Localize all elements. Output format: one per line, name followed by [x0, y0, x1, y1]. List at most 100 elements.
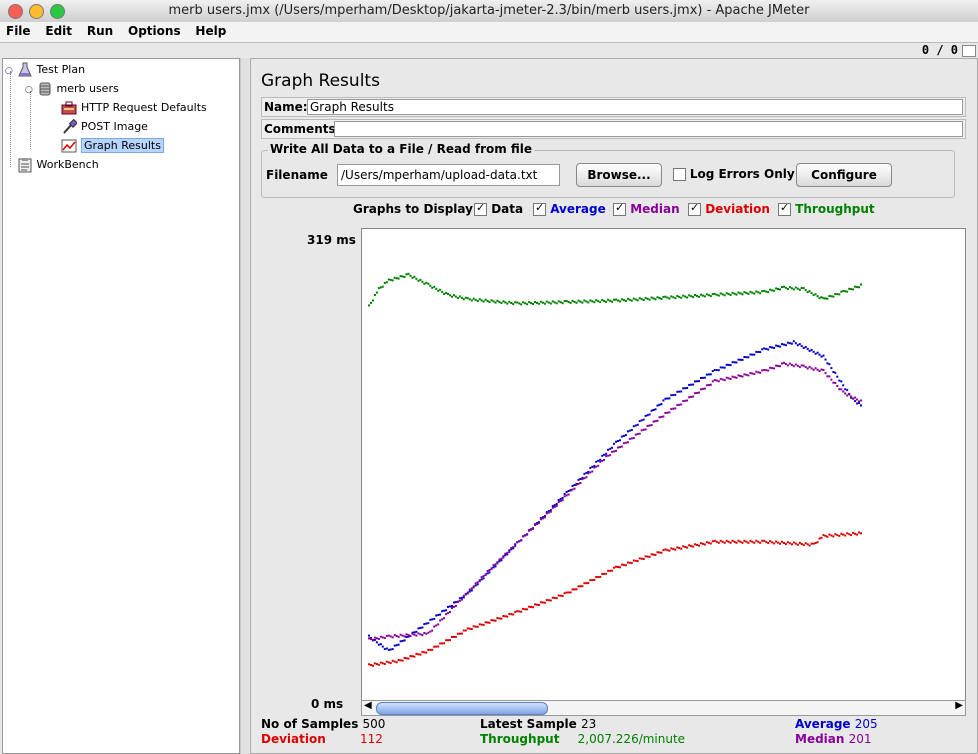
- series-point-average: [824, 358, 827, 361]
- series-point-average: [854, 400, 857, 403]
- series-point-median: [826, 375, 829, 378]
- browse-button[interactable]: Browse...: [576, 163, 662, 187]
- toggle-deviation[interactable]: Deviation: [688, 201, 770, 216]
- scrollbar-thumb[interactable]: [376, 702, 548, 715]
- series-point-throughput: [784, 286, 787, 289]
- series-point-deviation: [858, 531, 860, 534]
- graph-results-panel: Graph Results Name: Graph Results Commen…: [250, 58, 978, 754]
- series-point-throughput: [838, 293, 841, 296]
- tree-item-http-defaults[interactable]: HTTP Request Defaults: [61, 99, 207, 117]
- series-point-average: [800, 345, 803, 348]
- series-point-average: [375, 641, 378, 644]
- toggle-average[interactable]: Average: [533, 201, 606, 216]
- tree-item-test-plan[interactable]: ○ Test Plan: [5, 61, 85, 79]
- series-point-average: [844, 388, 847, 391]
- series-point-average: [810, 348, 813, 351]
- menu-options[interactable]: Options: [122, 22, 186, 38]
- series-point-throughput: [775, 287, 778, 290]
- average-checkbox[interactable]: [533, 201, 546, 216]
- series-point-median: [856, 398, 859, 401]
- tree-expand-icon[interactable]: ○: [25, 81, 33, 99]
- series-point-deviation: [456, 632, 459, 635]
- menu-file[interactable]: File: [0, 22, 36, 38]
- series-point-median: [786, 364, 789, 367]
- configure-button[interactable]: Configure: [796, 163, 892, 187]
- graph-horizontal-scrollbar[interactable]: ◀ ▶: [361, 700, 966, 716]
- log-errors-checkbox[interactable]: [673, 168, 686, 181]
- pane-splitter[interactable]: [240, 58, 249, 754]
- series-point-median: [820, 368, 823, 371]
- series-point-average: [735, 361, 738, 364]
- series-point-throughput: [658, 297, 661, 300]
- series-point-deviation: [547, 599, 550, 602]
- tree-item-thread-group[interactable]: ○ merb users: [25, 80, 119, 98]
- series-point-median: [838, 388, 841, 391]
- scroll-right-icon[interactable]: ▶: [955, 700, 963, 711]
- name-field[interactable]: Graph Results: [307, 99, 963, 115]
- tree-item-workbench[interactable]: WorkBench: [5, 156, 99, 174]
- series-point-average: [796, 344, 799, 347]
- series-point-average: [755, 350, 758, 353]
- series-point-throughput: [399, 275, 402, 278]
- series-point-median: [617, 446, 619, 449]
- tree-item-post-image[interactable]: POST Image: [61, 118, 148, 136]
- median-checkbox[interactable]: [613, 201, 626, 216]
- series-point-throughput: [368, 304, 370, 307]
- series-point-average: [759, 351, 762, 354]
- data-checkbox[interactable]: [474, 201, 487, 216]
- series-point-median: [510, 547, 513, 549]
- series-point-median: [777, 364, 779, 367]
- filename-label: Filename: [266, 168, 328, 182]
- series-point-deviation: [451, 636, 453, 638]
- comments-field[interactable]: [334, 121, 963, 137]
- series-point-average: [743, 356, 746, 358]
- menu-edit[interactable]: Edit: [39, 22, 77, 38]
- series-point-median: [680, 403, 683, 406]
- series-point-throughput: [437, 289, 440, 292]
- deviation-checkbox[interactable]: [688, 201, 701, 216]
- series-point-throughput: [773, 289, 776, 292]
- series-point-deviation: [626, 561, 629, 564]
- series-point-median: [502, 556, 505, 559]
- tree-label: HTTP Request Defaults: [81, 101, 207, 114]
- series-point-deviation: [375, 663, 378, 666]
- series-point-deviation: [850, 534, 853, 537]
- throughput-checkbox[interactable]: [778, 201, 791, 216]
- toggle-data[interactable]: Data: [474, 201, 523, 216]
- spool-icon: [37, 81, 53, 97]
- series-point-deviation: [470, 628, 473, 630]
- series-point-throughput: [615, 298, 617, 301]
- series-point-average: [393, 644, 396, 647]
- series-point-average: [705, 373, 708, 376]
- series-point-throughput: [842, 290, 845, 292]
- series-point-throughput: [427, 282, 430, 285]
- series-point-deviation: [642, 558, 645, 560]
- series-point-average: [624, 434, 627, 437]
- series-point-average: [476, 583, 479, 586]
- series-point-median: [445, 613, 448, 616]
- tree-item-graph-results[interactable]: Graph Results: [61, 137, 164, 155]
- series-point-deviation: [725, 539, 728, 542]
- series-point-median: [522, 535, 525, 538]
- tree-expand-icon[interactable]: ○: [5, 62, 13, 80]
- series-point-median: [514, 545, 517, 548]
- series-point-median: [534, 524, 536, 526]
- filename-input[interactable]: /Users/mperham/upload-data.txt: [337, 164, 560, 186]
- toggle-median[interactable]: Median: [613, 201, 680, 216]
- menu-run[interactable]: Run: [81, 22, 118, 38]
- series-point-average: [474, 584, 477, 587]
- series-point-deviation: [615, 565, 617, 568]
- series-point-average: [565, 491, 568, 493]
- series-point-throughput: [781, 286, 783, 289]
- toggle-throughput[interactable]: Throughput: [778, 201, 875, 216]
- series-point-median: [775, 364, 778, 367]
- series-point-median: [619, 446, 621, 449]
- series-point-median: [707, 384, 710, 386]
- series-point-deviation: [860, 532, 862, 535]
- scroll-left-icon[interactable]: ◀: [364, 700, 372, 711]
- series-point-deviation: [510, 613, 513, 616]
- menu-help[interactable]: Help: [189, 22, 231, 38]
- series-point-median: [658, 416, 661, 419]
- series-point-throughput: [500, 302, 503, 305]
- log-errors-toggle[interactable]: Log Errors Only: [673, 167, 795, 181]
